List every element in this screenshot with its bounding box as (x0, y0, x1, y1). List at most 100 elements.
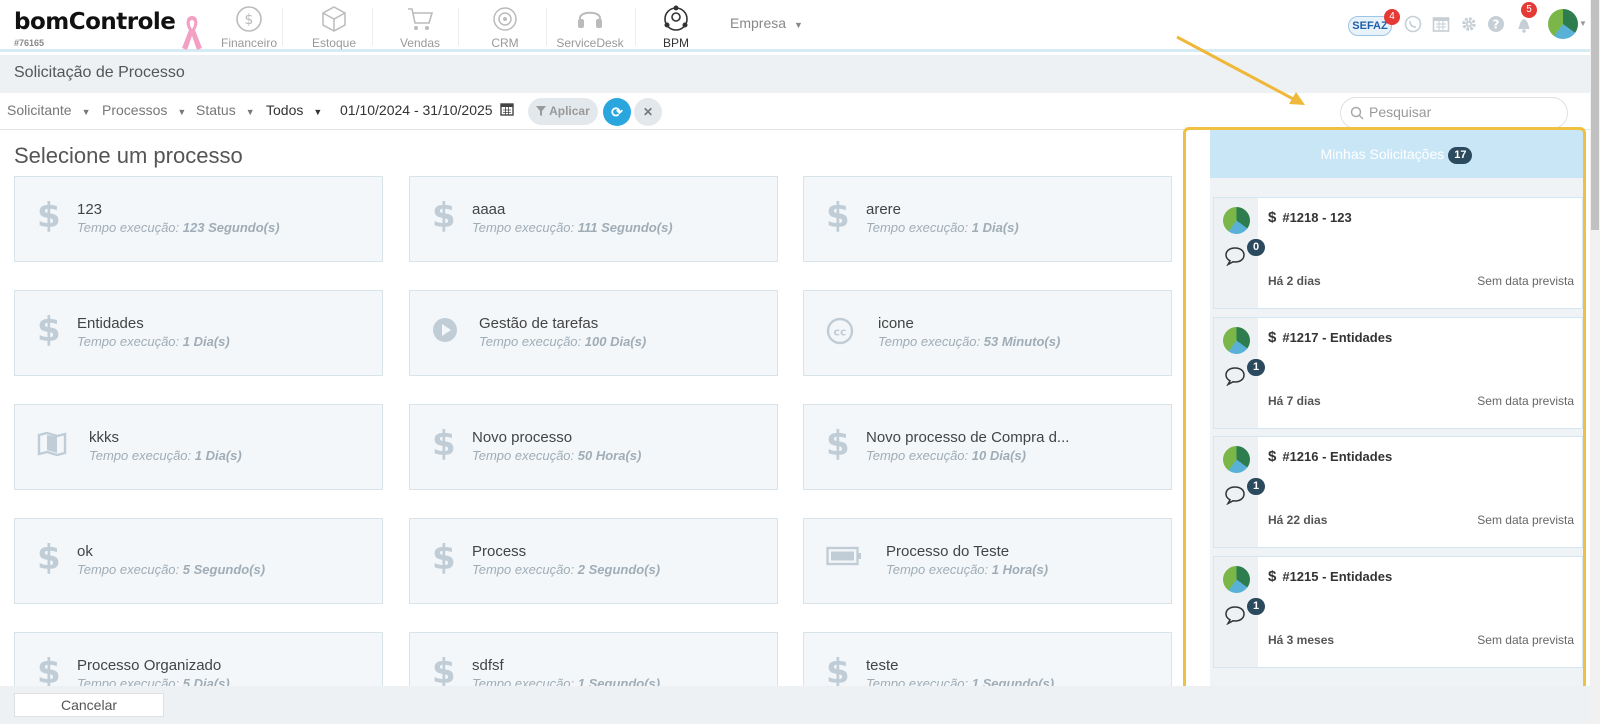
target-icon (493, 7, 517, 31)
process-card[interactable]: Processo do Teste Tempo execução: 1 Hora(… (803, 518, 1172, 604)
dollar-coin-icon: $ (236, 6, 262, 32)
exec-time-prefix: Tempo execução: (77, 562, 180, 577)
process-card[interactable]: $123 Tempo execução: 123 Segundo(s) (14, 176, 383, 262)
dollar-icon: $ (432, 652, 456, 692)
svg-text:?: ? (1493, 18, 1500, 32)
nav-label: CRM (491, 36, 519, 50)
filter-label: Todos (266, 102, 304, 118)
filter-bar: Solicitante ▼ Processos ▼ Status ▼ Todos ▼ 0… (0, 93, 1600, 130)
exec-time-prefix: Tempo execução: (89, 448, 192, 463)
section-title: Selecione um processo (14, 143, 243, 168)
process-exec-time: Tempo execução: 111 Segundo(s) (472, 220, 673, 235)
chevron-down-icon: ▼ (313, 107, 323, 117)
exec-time-prefix: Tempo execução: (472, 448, 575, 463)
process-card[interactable]: $ Process Tempo execução: 2 Segundo(s) (409, 518, 778, 604)
process-name: teste (866, 657, 899, 674)
clear-filter-button[interactable]: ✕ (634, 98, 662, 126)
date-range-picker[interactable]: 01/10/2024 - 31/10/2025 (340, 102, 515, 118)
dollar-icon: $ (37, 310, 61, 350)
nav-label: BPM (662, 36, 689, 50)
nav-estoque[interactable]: Estoque (295, 4, 373, 50)
process-card[interactable]: cc icone Tempo execução: 53 Minuto(s) (803, 290, 1172, 376)
process-name: kkks (89, 429, 119, 446)
company-label: Empresa (730, 15, 787, 31)
page-title: Solicitação de Processo (14, 64, 185, 81)
process-card[interactable]: $ aaaa Tempo execução: 111 Segundo(s) (409, 176, 778, 262)
nav-label: Vendas (399, 36, 441, 50)
sefaz-badge: 4 (1384, 9, 1400, 25)
nav-label: ServiceDesk (556, 36, 624, 50)
process-name: sdfsf (472, 657, 504, 674)
process-exec-time: Tempo execução: 53 Minuto(s) (878, 334, 1060, 349)
process-card[interactable]: kkks Tempo execução: 1 Dia(s) (14, 404, 383, 490)
exec-time-prefix: Tempo execução: (472, 220, 575, 235)
company-dropdown[interactable]: Empresa ▼ (730, 15, 803, 31)
process-card[interactable]: $ Novo processo Tempo execução: 50 Hora(s) (409, 404, 778, 490)
gear-icon[interactable] (1460, 15, 1478, 33)
exec-time-value: 1 Dia(s) (182, 334, 230, 349)
process-exec-time: Tempo execução: 123 Segundo(s) (77, 220, 280, 235)
svg-text:cc: cc (833, 326, 846, 339)
nav-vendas[interactable]: Vendas (381, 4, 459, 50)
play-circle-icon (432, 317, 458, 343)
filter-label: Status (196, 102, 236, 118)
apply-filter-button[interactable]: Aplicar (528, 98, 598, 125)
help-icon[interactable]: ? (1487, 15, 1505, 33)
process-name: Novo processo (472, 429, 573, 446)
chevron-down-icon: ▼ (245, 107, 255, 117)
process-exec-time: Tempo execução: 1 Dia(s) (866, 220, 1019, 235)
status-filter[interactable]: Status ▼ (196, 102, 255, 118)
refresh-button[interactable]: ⟳ (603, 98, 631, 126)
search-icon (1350, 106, 1364, 120)
dollar-icon: $ (432, 538, 456, 578)
exec-time-value: 53 Minuto(s) (983, 334, 1061, 349)
dollar-icon: $ (37, 196, 61, 236)
process-card[interactable]: $ Novo processo de Compra d... Tempo execu… (803, 404, 1172, 490)
nav-bpm[interactable]: BPM (637, 4, 715, 50)
nav-label: Estoque (311, 36, 357, 50)
exec-time-prefix: Tempo execução: (886, 562, 989, 577)
whatsapp-icon[interactable] (1404, 15, 1422, 33)
account-id: #76165 (14, 38, 45, 48)
user-avatar[interactable] (1548, 9, 1578, 39)
exec-time-value: 1 Dia(s) (194, 448, 242, 463)
process-name: Gestão de tarefas (479, 315, 599, 332)
filter-icon (536, 106, 547, 116)
process-card[interactable]: Gestão de tarefas Tempo execução: 100 Dia… (409, 290, 778, 376)
app-logo[interactable]: bomControle #76165 (14, 9, 176, 48)
chevron-down-icon: ▼ (177, 107, 187, 117)
nav-servicedesk[interactable]: ServiceDesk (551, 4, 629, 50)
cancel-button[interactable]: Cancelar (14, 693, 164, 717)
process-card[interactable]: $ arere Tempo execução: 1 Dia(s) (803, 176, 1172, 262)
exec-time-prefix: Tempo execução: (866, 448, 969, 463)
refresh-icon: ⟳ (611, 104, 623, 120)
nav-separator (546, 8, 547, 46)
nav-separator (635, 8, 636, 46)
exec-time-prefix: Tempo execução: (479, 334, 582, 349)
process-card[interactable]: $ Entidades Tempo execução: 1 Dia(s) (14, 290, 383, 376)
todos-filter[interactable]: Todos ▼ (266, 102, 322, 118)
chevron-down-icon[interactable]: ▼ (1579, 19, 1587, 28)
apply-label: Aplicar (549, 104, 590, 118)
process-name: arere (866, 201, 902, 218)
dollar-icon: $ (432, 196, 456, 236)
filter-label: Processos (102, 102, 168, 118)
nav-crm[interactable]: CRM (466, 4, 544, 50)
close-icon: ✕ (642, 105, 654, 119)
dollar-icon: $ (37, 652, 61, 692)
nav-financeiro[interactable]: $ Financeiro (210, 4, 288, 50)
process-name: Novo processo de Compra d... (866, 429, 1070, 446)
chevron-down-icon: ▼ (81, 107, 91, 117)
search-input[interactable] (1369, 104, 1559, 120)
process-card[interactable]: $ ok Tempo execução: 5 Segundo(s) (14, 518, 383, 604)
scrollbar-thumb[interactable] (1591, 0, 1599, 230)
calendar-icon (500, 103, 515, 116)
processos-filter[interactable]: Processos ▼ (102, 102, 186, 118)
process-name: Processo do Teste (886, 543, 1010, 560)
notifications-badge: 5 (1521, 2, 1537, 18)
map-icon (37, 431, 67, 457)
search-box[interactable] (1340, 97, 1568, 129)
calendar-icon[interactable] (1432, 15, 1450, 33)
exec-time-prefix: Tempo execução: (878, 334, 981, 349)
solicitante-filter[interactable]: Solicitante ▼ (7, 102, 91, 118)
